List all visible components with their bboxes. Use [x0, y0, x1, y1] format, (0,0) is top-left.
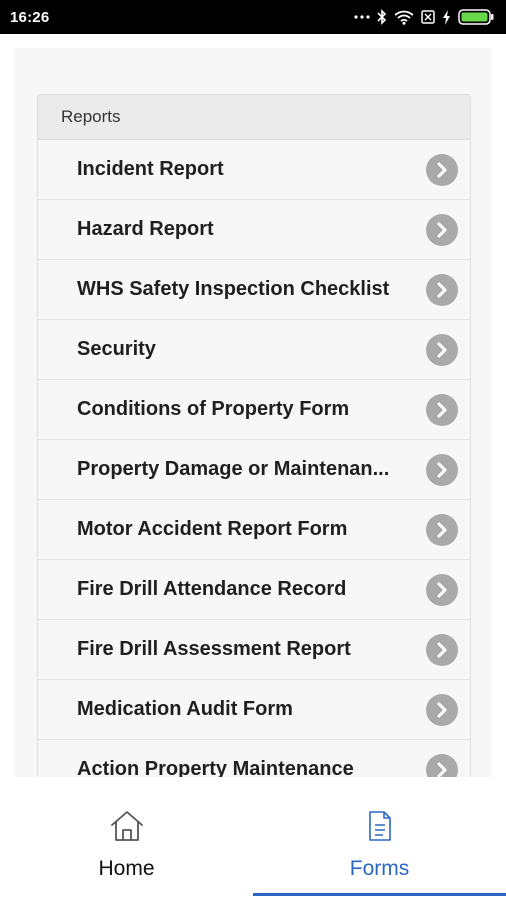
status-bar: 16:26	[0, 0, 506, 34]
report-item-label: Fire Drill Assessment Report	[77, 638, 351, 660]
chevron-right-icon[interactable]	[426, 393, 458, 426]
report-list-item[interactable]: Fire Drill Assessment Report	[38, 620, 470, 680]
chevron-right-icon[interactable]	[426, 513, 458, 546]
sim-icon	[421, 10, 435, 24]
report-list-item[interactable]: Hazard Report	[38, 200, 470, 260]
wifi-icon	[394, 10, 414, 25]
bluetooth-icon	[377, 9, 387, 25]
report-item-label: Fire Drill Attendance Record	[77, 578, 347, 600]
report-item-label: WHS Safety Inspection Checklist	[77, 278, 390, 300]
chevron-right-icon[interactable]	[426, 333, 458, 366]
chevron-right-icon[interactable]	[426, 453, 458, 486]
tab-forms-label: Forms	[349, 857, 410, 880]
chevron-right-icon[interactable]	[426, 273, 458, 306]
report-list-item[interactable]: Incident Report	[38, 140, 470, 200]
report-item-label: Action Property Maintenance	[77, 758, 354, 777]
report-item-label: Hazard Report	[77, 218, 214, 240]
report-item-label: Security	[77, 338, 156, 360]
home-icon	[109, 809, 145, 843]
chevron-right-icon[interactable]	[426, 693, 458, 726]
reports-list: Incident Report Hazard Report WHS Safety I…	[38, 140, 470, 777]
reports-header: Reports	[38, 95, 470, 140]
tab-home-label: Home	[98, 857, 155, 880]
tab-home[interactable]: Home	[0, 777, 253, 900]
tab-forms[interactable]: Forms	[253, 777, 506, 900]
report-list-item[interactable]: Conditions of Property Form	[38, 380, 470, 440]
chevron-right-icon[interactable]	[426, 573, 458, 606]
report-list-item[interactable]: Medication Audit Form	[38, 680, 470, 740]
reports-card: Reports Incident Report Hazard Report WHS …	[37, 94, 471, 777]
report-list-item[interactable]: WHS Safety Inspection Checklist	[38, 260, 470, 320]
report-item-label: Motor Accident Report Form	[77, 518, 348, 540]
chevron-right-icon[interactable]	[426, 213, 458, 246]
chevron-right-icon[interactable]	[426, 153, 458, 186]
report-list-item[interactable]: Fire Drill Attendance Record	[38, 560, 470, 620]
status-icons	[354, 9, 494, 25]
report-item-label: Conditions of Property Form	[77, 398, 350, 420]
chevron-right-icon[interactable]	[426, 753, 458, 777]
more-dots-icon	[354, 14, 370, 20]
report-item-label: Medication Audit Form	[77, 698, 293, 720]
document-icon	[367, 809, 393, 843]
report-list-item[interactable]: Motor Accident Report Form	[38, 500, 470, 560]
report-list-item[interactable]: Property Damage or Maintenan...	[38, 440, 470, 500]
chevron-right-icon[interactable]	[426, 633, 458, 666]
active-tab-indicator	[253, 893, 506, 896]
battery-icon	[458, 9, 494, 25]
report-item-label: Property Damage or Maintenan...	[77, 458, 390, 480]
bottom-tab-bar: Home Forms	[0, 777, 506, 900]
charging-icon	[442, 9, 451, 25]
report-list-item[interactable]: Security	[38, 320, 470, 380]
report-item-label: Incident Report	[77, 158, 224, 180]
report-list-item[interactable]: Action Property Maintenance	[38, 740, 470, 777]
content-area[interactable]: Reports Incident Report Hazard Report WHS …	[0, 34, 506, 777]
status-time: 16:26	[10, 8, 50, 26]
